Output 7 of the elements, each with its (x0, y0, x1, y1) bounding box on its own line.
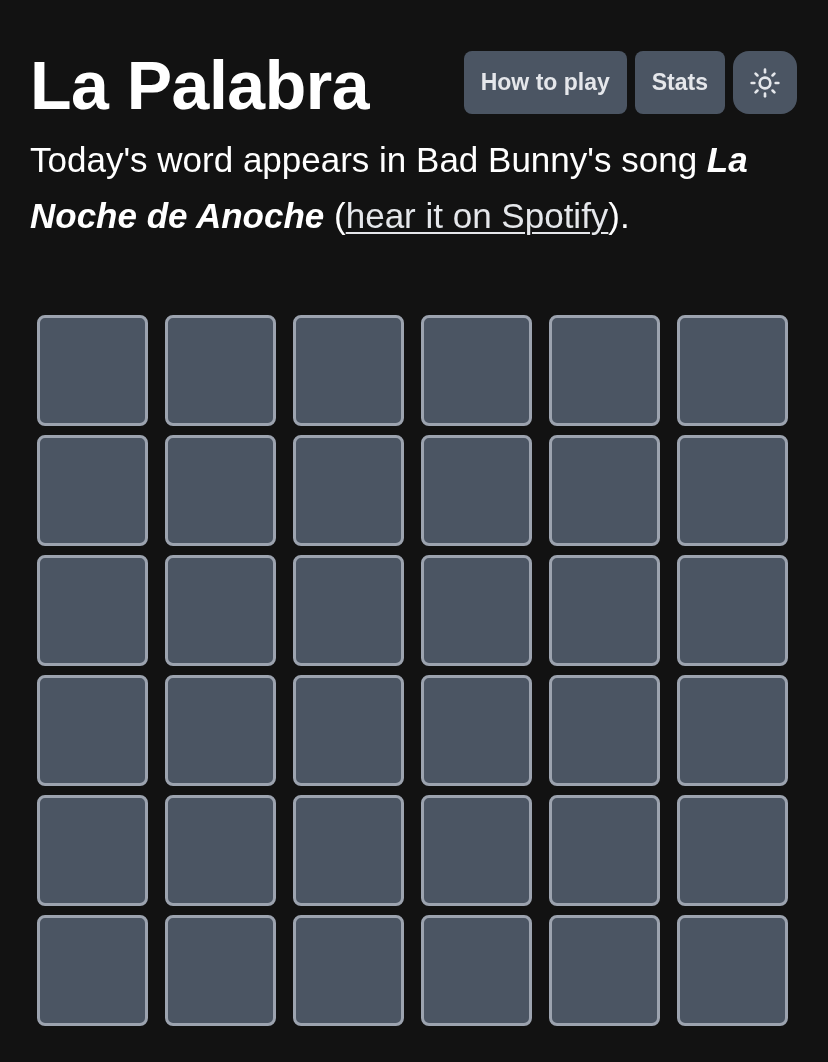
spotify-link[interactable]: hear it on Spotify (345, 196, 609, 235)
theme-button[interactable] (733, 51, 797, 114)
sun-icon (749, 66, 781, 99)
how-to-play-button[interactable]: How to play (463, 51, 627, 114)
song-description: Today's word appears in Bad Bunny's song La Noche de Anoche (hear it on Spotify). (30, 139, 749, 237)
page-title: La Palabra (30, 51, 369, 119)
stats-button[interactable]: Stats (634, 51, 725, 114)
